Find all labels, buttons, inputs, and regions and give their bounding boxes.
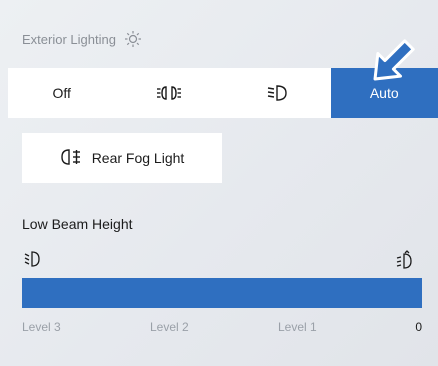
beam-level-high-icon (396, 250, 412, 275)
section-title: Exterior Lighting (22, 31, 116, 47)
mode-low-beam-button[interactable] (223, 68, 331, 118)
low-beam-height-slider[interactable] (22, 278, 422, 308)
level-3-label: Level 3 (22, 320, 61, 334)
beam-level-low-icon (24, 250, 40, 273)
rear-fog-light-icon (60, 148, 82, 169)
mode-parking-lights-button[interactable] (116, 68, 224, 118)
mode-off-label: Off (52, 85, 71, 101)
level-1-label: Level 1 (278, 320, 317, 334)
rear-fog-light-button[interactable]: Rear Fog Light (22, 133, 222, 183)
low-beam-icon (266, 84, 288, 102)
level-2-label: Level 2 (150, 320, 189, 334)
exterior-lighting-panel: Exterior Lighting Off Auto Rear Fog Ligh… (0, 0, 438, 366)
low-beam-height-title: Low Beam Height (22, 216, 133, 232)
mode-off-button[interactable]: Off (8, 68, 116, 118)
pointer-arrow-icon (362, 32, 422, 97)
rear-fog-light-label: Rear Fog Light (91, 150, 185, 166)
level-0-label: 0 (415, 320, 422, 334)
beam-level-labels: Level 3 Level 2 Level 1 0 (22, 320, 422, 340)
slider-fill (22, 278, 422, 308)
section-header: Exterior Lighting (22, 30, 142, 48)
parking-lights-icon (156, 84, 182, 102)
sun-icon (124, 30, 142, 48)
